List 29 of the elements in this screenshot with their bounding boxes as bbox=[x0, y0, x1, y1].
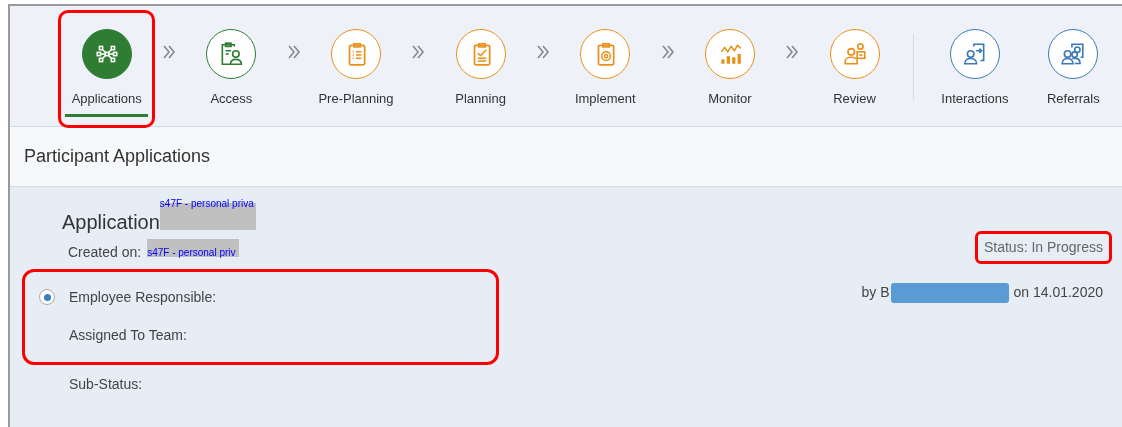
created-label: Created on: bbox=[68, 243, 142, 262]
chevron-icon bbox=[410, 44, 427, 60]
step-tab[interactable]: Review bbox=[805, 10, 904, 128]
redaction-label: s47F - personal priv bbox=[147, 247, 236, 258]
date-text: on 14.01.2020 bbox=[1013, 283, 1103, 302]
field-label: Assigned To Team: bbox=[69, 325, 187, 345]
chevron-icon bbox=[659, 44, 676, 60]
chevron-icon bbox=[784, 44, 801, 60]
section-title: Participant Applications bbox=[24, 145, 211, 168]
chevron-icon bbox=[285, 44, 302, 60]
chevron-icon bbox=[534, 44, 551, 60]
step-tab[interactable]: Planning bbox=[431, 10, 530, 128]
person-document-icon bbox=[841, 41, 868, 67]
created-by-text: by B bbox=[861, 283, 890, 302]
redaction-label: s47F - personal priva bbox=[159, 199, 255, 209]
field-label: Employee Responsible: bbox=[69, 287, 217, 307]
radio-button[interactable] bbox=[39, 289, 55, 305]
step-tab[interactable]: Access bbox=[182, 10, 281, 128]
field-label: Sub-Status: bbox=[69, 374, 143, 394]
step-tab[interactable]: Monitor bbox=[681, 10, 779, 128]
chevron-icon bbox=[161, 44, 177, 60]
step-tab[interactable]: Referrals bbox=[1024, 10, 1122, 128]
application-title: Application bbox=[62, 210, 160, 235]
step-tab[interactable]: Pre-Planning bbox=[307, 10, 405, 128]
people-icon bbox=[1060, 41, 1087, 67]
step-tab[interactable]: Implement bbox=[556, 10, 654, 128]
step-tab[interactable]: Interactions bbox=[926, 10, 1024, 128]
status-text: Status: In Progress bbox=[974, 231, 1112, 264]
step-tab[interactable]: Applications bbox=[58, 10, 156, 128]
